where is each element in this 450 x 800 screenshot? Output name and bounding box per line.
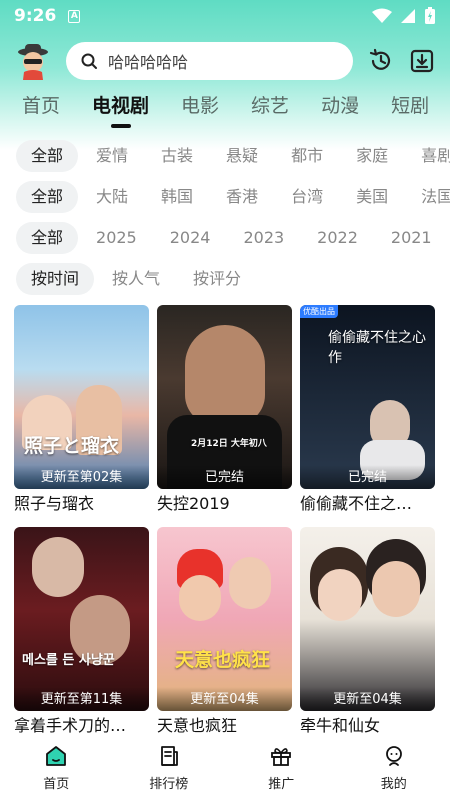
nav-home-label: 首页 xyxy=(43,777,70,792)
home-icon xyxy=(46,746,67,766)
filter-genre-comedy[interactable]: 喜剧 xyxy=(406,140,450,172)
nav-profile-label: 我的 xyxy=(380,777,407,792)
search-placeholder: 哈哈哈哈哈 xyxy=(108,53,189,72)
filter-region-taiwan[interactable]: 台湾 xyxy=(276,181,338,213)
nav-profile[interactable]: 我的 xyxy=(338,738,450,800)
tab-variety[interactable]: 综艺 xyxy=(251,88,289,128)
poster-image: 메스를 든 사냥꾼 更新至第11集 xyxy=(14,527,149,711)
search-icon xyxy=(81,53,97,69)
video-card[interactable]: 메스를 든 사냥꾼 更新至第11集 拿着手术刀的… xyxy=(14,527,149,737)
poster-image: 优酷出品 偷偷藏不住之心作 已完结 xyxy=(300,305,435,489)
gift-icon xyxy=(271,748,292,766)
poster-title-text: 天意也疯狂 xyxy=(175,649,271,671)
episode-status: 已完结 xyxy=(300,465,435,489)
sort-by-time[interactable]: 按时间 xyxy=(16,263,95,295)
sort-by-rating[interactable]: 按评分 xyxy=(178,263,256,295)
bottom-navigation: 首页 排行榜 推广 我的 xyxy=(0,738,450,800)
notification-icon: A xyxy=(68,9,81,23)
producer-badge: 优酷出品 xyxy=(300,305,338,318)
filter-genre-all[interactable]: 全部 xyxy=(16,140,79,172)
ranking-icon xyxy=(160,746,178,766)
filter-genre-urban[interactable]: 都市 xyxy=(276,140,338,172)
genre-filter-row: 全部 爱情 古装 悬疑 都市 家庭 喜剧 xyxy=(0,139,450,173)
episode-status: 更新至第02集 xyxy=(14,465,149,489)
region-filter-row: 全部 大陆 韩国 香港 台湾 美国 法国 xyxy=(0,180,450,214)
nav-promotion[interactable]: 推广 xyxy=(225,738,338,800)
filter-year-2021[interactable]: 2021 xyxy=(376,222,447,254)
nav-ranking-label: 排行榜 xyxy=(149,777,189,792)
search-bar[interactable]: 哈哈哈哈哈 xyxy=(66,42,353,80)
episode-status: 更新至04集 xyxy=(157,687,292,711)
video-card[interactable]: 照子と瑠衣 更新至第02集 照子与瑠衣 xyxy=(14,305,149,515)
nav-ranking[interactable]: 排行榜 xyxy=(113,738,226,800)
filter-region-usa[interactable]: 美国 xyxy=(341,181,403,213)
poster-image: 更新至04集 xyxy=(300,527,435,711)
poster-image: 照子と瑠衣 更新至第02集 xyxy=(14,305,149,489)
episode-status: 更新至第11集 xyxy=(14,687,149,711)
poster-image: 2月12日 大年初八 已完结 xyxy=(157,305,292,489)
nav-home[interactable]: 首页 xyxy=(0,738,113,800)
tab-anime[interactable]: 动漫 xyxy=(321,88,359,128)
filter-year-2024[interactable]: 2024 xyxy=(155,222,226,254)
filter-genre-suspense[interactable]: 悬疑 xyxy=(211,140,273,172)
poster-title-text: 偷偷藏不住之心作 xyxy=(328,330,426,366)
poster-title-text: 메스를 든 사냥꾼 xyxy=(22,653,115,668)
poster-date-text: 2月12日 大年初八 xyxy=(191,439,267,449)
top-header: 哈哈哈哈哈 xyxy=(0,42,450,82)
filter-region-korea[interactable]: 韩国 xyxy=(146,181,208,213)
wifi-icon xyxy=(372,8,392,23)
filter-year-all[interactable]: 全部 xyxy=(16,222,79,254)
episode-status: 已完结 xyxy=(157,465,292,489)
sort-by-popularity[interactable]: 按人气 xyxy=(97,263,175,295)
video-title: 偷偷藏不住之… xyxy=(300,494,413,513)
signal-icon xyxy=(401,9,415,23)
poster-title-text: 照子と瑠衣 xyxy=(24,435,120,457)
episode-status: 更新至04集 xyxy=(300,687,435,711)
status-time: 9:26 xyxy=(14,6,57,26)
video-title: 失控2019 xyxy=(157,494,230,513)
video-title: 照子与瑠衣 xyxy=(14,494,95,513)
video-card[interactable]: 更新至04集 牵牛和仙女 xyxy=(300,527,435,737)
tab-home[interactable]: 首页 xyxy=(22,88,60,128)
filter-genre-romance[interactable]: 爱情 xyxy=(81,140,143,172)
year-filter-row: 全部 2025 2024 2023 2022 2021 xyxy=(0,221,450,255)
video-title: 天意也疯狂 xyxy=(157,716,238,735)
poster-image: 天意也疯狂 更新至04集 xyxy=(157,527,292,711)
filter-region-all[interactable]: 全部 xyxy=(16,181,79,213)
filter-region-mainland[interactable]: 大陆 xyxy=(81,181,143,213)
battery-icon xyxy=(425,7,435,24)
video-title: 拿着手术刀的… xyxy=(14,716,127,735)
category-tabs: 首页 电视剧 电影 综艺 动漫 短剧 xyxy=(0,88,450,132)
filter-year-2025[interactable]: 2025 xyxy=(81,222,152,254)
download-icon[interactable] xyxy=(409,48,435,74)
filter-region-hongkong[interactable]: 香港 xyxy=(211,181,273,213)
filter-genre-family[interactable]: 家庭 xyxy=(341,140,403,172)
tab-tv-series[interactable]: 电视剧 xyxy=(92,88,149,128)
filter-region-france[interactable]: 法国 xyxy=(406,181,450,213)
nav-promotion-label: 推广 xyxy=(268,777,295,792)
video-title: 牵牛和仙女 xyxy=(300,716,381,735)
video-card[interactable]: 2月12日 大年初八 已完结 失控2019 xyxy=(157,305,292,515)
tab-movies[interactable]: 电影 xyxy=(181,88,219,128)
video-card[interactable]: 优酷出品 偷偷藏不住之心作 已完结 偷偷藏不住之… xyxy=(300,305,435,515)
filter-genre-costume[interactable]: 古装 xyxy=(146,140,208,172)
tab-short-drama[interactable]: 短剧 xyxy=(391,88,429,128)
filter-year-2023[interactable]: 2023 xyxy=(228,222,299,254)
history-icon[interactable] xyxy=(368,48,394,74)
filter-year-2022[interactable]: 2022 xyxy=(302,222,373,254)
sort-filter-row: 按时间 按人气 按评分 xyxy=(0,262,450,296)
profile-icon xyxy=(385,746,402,766)
status-bar: 9:26 A xyxy=(0,0,450,32)
app-mascot-icon[interactable] xyxy=(16,42,50,80)
video-card[interactable]: 天意也疯狂 更新至04集 天意也疯狂 xyxy=(157,527,292,737)
